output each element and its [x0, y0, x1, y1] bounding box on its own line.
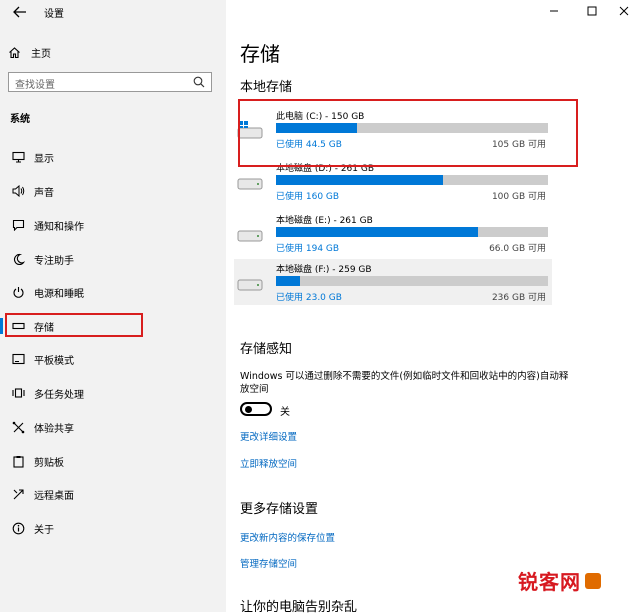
drive-f[interactable]: 本地磁盘 (F:) - 259 GB 已使用 23.0 GB 236 GB 可用: [234, 259, 552, 305]
highlight-box-storage-nav: [5, 313, 143, 337]
drive-icon: [236, 273, 264, 297]
usage-bar: [276, 276, 548, 286]
sidebar-item-remote-desktop[interactable]: 远程桌面: [0, 481, 226, 507]
search-input[interactable]: [9, 76, 191, 95]
sidebar-item-label: 通知和操作: [34, 221, 84, 233]
sidebar-item-label: 显示: [34, 153, 54, 165]
app-title: 设置: [44, 9, 64, 20]
toggle-knob: [245, 406, 252, 413]
sidebar-item-power[interactable]: 电源和睡眠: [0, 279, 226, 305]
sidebar-item-notifications[interactable]: 通知和操作: [0, 212, 226, 238]
sidebar-item-home[interactable]: 主页: [8, 42, 51, 62]
sidebar-item-label: 关于: [34, 524, 54, 536]
sidebar-item-multitasking[interactable]: 多任务处理: [0, 380, 226, 406]
drive-icon: [236, 172, 264, 196]
sidebar-item-shared-experiences[interactable]: 体验共享: [0, 414, 226, 440]
sidebar-item-label: 剪贴板: [34, 457, 64, 469]
more-storage-heading: 更多存储设置: [240, 502, 319, 517]
home-label: 主页: [31, 48, 51, 60]
drive-name: 本地磁盘 (F:) - 259 GB: [276, 265, 372, 275]
drive-used: 已使用 23.0 GB: [276, 293, 342, 303]
watermark-badge-icon: [585, 572, 601, 589]
usage-bar-fill: [276, 276, 301, 286]
drive-e[interactable]: 本地磁盘 (E:) - 261 GB 已使用 194 GB 66.0 GB 可用: [234, 210, 552, 256]
multitask-icon: [10, 385, 26, 401]
back-button[interactable]: [10, 3, 30, 21]
remote-icon: [10, 486, 26, 502]
storage-sense-heading: 存储感知: [240, 342, 293, 357]
drive-used: 已使用 160 GB: [276, 192, 340, 202]
home-icon: [9, 46, 20, 58]
change-config-link[interactable]: 更改详细设置: [240, 429, 297, 443]
toggle-state-label: 关: [280, 407, 290, 418]
search-icon: [193, 76, 205, 88]
highlight-box-drive-c: [238, 99, 578, 167]
share-icon: [10, 419, 26, 435]
page-title: 存储: [240, 42, 280, 66]
sound-icon: [10, 183, 26, 199]
drive-free: 236 GB 可用: [491, 293, 546, 303]
declutter-heading: 让你的电脑告别杂乱: [240, 600, 358, 615]
usage-bar-fill: [276, 227, 479, 237]
back-arrow-icon: [13, 6, 26, 18]
sidebar-item-label: 声音: [34, 187, 54, 199]
storage-sense-description: Windows 可以通过删除不需要的文件(例如临时文件和回收站中的内容)自动释放…: [240, 371, 569, 395]
sidebar-item-about[interactable]: 关于: [0, 515, 226, 541]
clipboard-icon: [10, 453, 26, 469]
manage-storage-spaces-link[interactable]: 管理存储空间: [240, 556, 297, 570]
watermark-text: 锐客网: [518, 570, 581, 594]
watermark: 锐客网: [518, 566, 601, 595]
sidebar-item-sound[interactable]: 声音: [0, 178, 226, 204]
sidebar-item-label: 远程桌面: [34, 490, 74, 502]
power-icon: [10, 284, 26, 300]
storage-sense-toggle[interactable]: [240, 402, 272, 416]
sidebar-item-label: 平板模式: [34, 355, 74, 367]
usage-bar: [276, 227, 548, 237]
sidebar-item-label: 专注助手: [34, 255, 74, 267]
sidebar-item-tablet-mode[interactable]: 平板模式: [0, 346, 226, 372]
sidebar-item-label: 体验共享: [34, 423, 74, 435]
drive-icon: [236, 224, 264, 248]
usage-bar-fill: [276, 175, 443, 185]
sidebar-item-focus-assist[interactable]: 专注助手: [0, 246, 226, 272]
display-icon: [10, 149, 26, 165]
tablet-icon: [10, 351, 26, 367]
drive-name: 本地磁盘 (E:) - 261 GB: [276, 216, 373, 226]
section-label-system: 系统: [10, 114, 30, 125]
info-icon: [10, 520, 26, 536]
sidebar-item-display[interactable]: 显示: [0, 144, 226, 170]
drive-free: 100 GB 可用: [491, 192, 546, 202]
sidebar-item-label: 多任务处理: [34, 389, 84, 401]
sidebar: 设置 主页 系统 显示 声音 通知和操作 专注助手 电源和睡眠 存储 平板模式 …: [0, 0, 226, 612]
drive-free: 66.0 GB 可用: [489, 244, 546, 254]
search-box[interactable]: [8, 72, 212, 95]
sidebar-item-label: 电源和睡眠: [34, 288, 84, 300]
main-content: 存储 本地存储 此电脑 (C:) - 150 GB 已使用 44.5 GB 10…: [226, 0, 640, 615]
local-storage-heading: 本地存储: [240, 80, 293, 95]
save-location-link[interactable]: 更改新内容的保存位置: [240, 530, 335, 544]
usage-bar: [276, 175, 548, 185]
free-space-now-link[interactable]: 立即释放空间: [240, 456, 297, 470]
moon-icon: [10, 251, 26, 267]
sidebar-item-clipboard[interactable]: 剪贴板: [0, 448, 226, 474]
drive-used: 已使用 194 GB: [276, 244, 340, 254]
notification-icon: [10, 217, 26, 233]
